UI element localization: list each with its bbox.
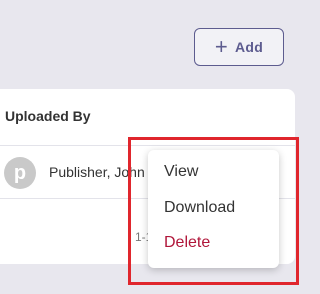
uploader-name: Publisher, John xyxy=(49,164,145,180)
plus-icon: + xyxy=(214,34,229,59)
row-context-menu: View Download Delete xyxy=(148,150,279,268)
avatar: p xyxy=(4,157,36,189)
menu-item-delete[interactable]: Delete xyxy=(164,234,210,252)
add-button[interactable]: + Add xyxy=(194,28,284,66)
add-button-label: Add xyxy=(235,39,264,55)
menu-item-view[interactable]: View xyxy=(164,163,198,181)
column-header-uploaded-by: Uploaded By xyxy=(5,108,91,124)
menu-item-download[interactable]: Download xyxy=(164,199,235,217)
table-header: Uploaded By xyxy=(0,89,295,146)
